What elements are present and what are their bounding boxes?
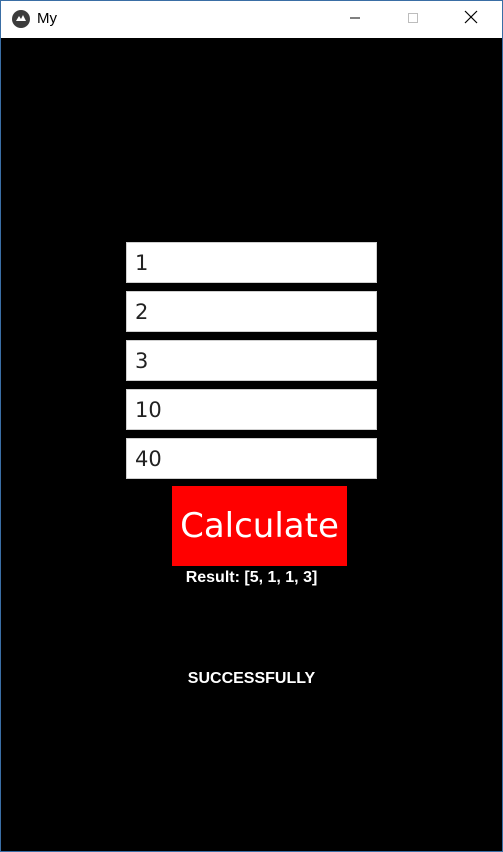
minimize-icon [349, 11, 361, 29]
minimize-button[interactable] [332, 1, 378, 38]
status-label: SUCCESSFULLY [187, 670, 316, 687]
title-bar[interactable]: My [1, 1, 502, 38]
result-label: Result: [5, 1, 1, 3] [185, 569, 318, 586]
close-button[interactable] [448, 1, 494, 38]
kivy-logo-icon [12, 10, 30, 28]
app-content: Calculate Result: [5, 1, 1, 3] SUCCESSFU… [1, 38, 502, 851]
number-input-4[interactable] [126, 389, 377, 430]
number-input-2[interactable] [126, 291, 377, 332]
calculate-button[interactable]: Calculate [172, 486, 347, 566]
number-input-5[interactable] [126, 438, 377, 479]
number-input-3[interactable] [126, 340, 377, 381]
app-window: My Calculate Result: [5, 1, [0, 0, 503, 852]
close-icon [464, 10, 478, 29]
maximize-icon [407, 11, 419, 29]
maximize-button[interactable] [390, 1, 436, 38]
number-input-1[interactable] [126, 242, 377, 283]
window-title: My [37, 10, 57, 27]
